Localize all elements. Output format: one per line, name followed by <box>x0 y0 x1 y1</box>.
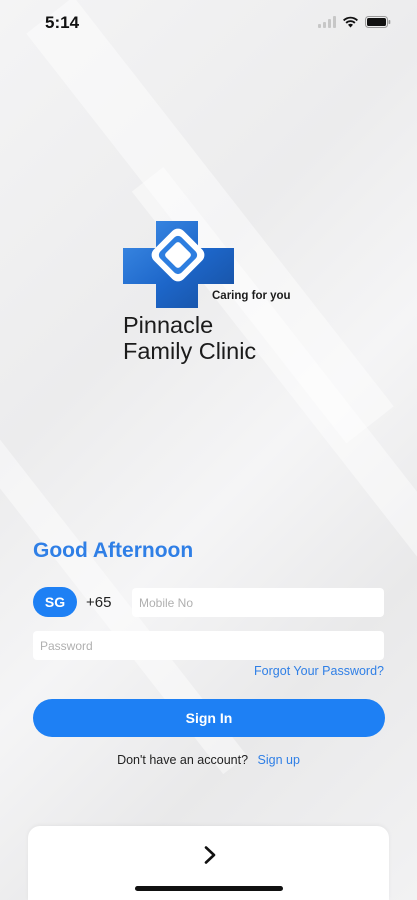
signup-row: Don't have an account? Sign up <box>0 753 417 767</box>
dial-code: +65 <box>86 594 112 611</box>
logo-tagline: Caring for you <box>212 290 291 302</box>
signal-icon <box>318 15 336 33</box>
no-account-text: Don't have an account? <box>117 753 249 767</box>
mobile-number-input[interactable] <box>132 588 384 617</box>
status-time: 5:14 <box>45 13 80 32</box>
wifi-icon <box>342 15 359 33</box>
country-code-button[interactable]: SG <box>33 587 77 617</box>
status-bar: 5:14 <box>0 0 417 46</box>
status-icons <box>318 15 391 33</box>
battery-icon <box>365 15 391 33</box>
clinic-name: Pinnacle Family Clinic <box>123 312 256 364</box>
clinic-logo: Caring for you Pinnacle Family Clinic <box>120 218 310 368</box>
chevron-right-icon[interactable] <box>203 846 217 869</box>
sign-up-link[interactable]: Sign up <box>258 753 300 767</box>
sign-in-button[interactable]: Sign In <box>33 699 385 737</box>
greeting-title: Good Afternoon <box>33 539 194 562</box>
password-input[interactable] <box>33 631 384 660</box>
clinic-name-line1: Pinnacle <box>123 312 214 338</box>
home-indicator <box>135 886 283 891</box>
clinic-name-line2: Family Clinic <box>123 338 257 364</box>
forgot-password-link[interactable]: Forgot Your Password? <box>254 664 384 678</box>
